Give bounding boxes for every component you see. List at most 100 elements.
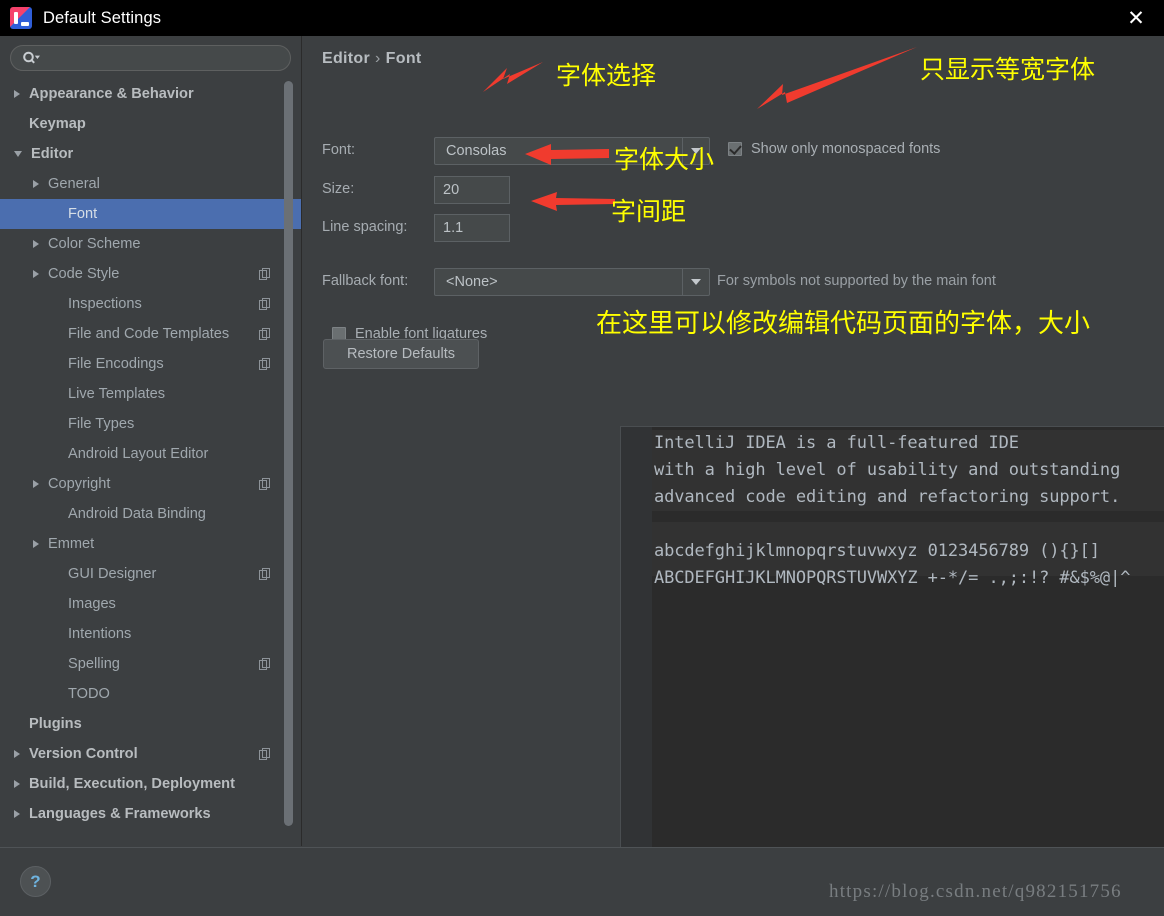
check-icon[interactable]: [728, 142, 742, 156]
chevron-right-icon[interactable]: [33, 270, 39, 278]
fallback-font-hint: For symbols not supported by the main fo…: [717, 273, 996, 289]
copy-settings-icon: [259, 358, 271, 370]
sidebar-scrollbar-thumb[interactable]: [284, 81, 293, 826]
chevron-right-icon[interactable]: [14, 780, 20, 788]
chevron-down-icon[interactable]: [14, 151, 22, 157]
sidebar-item-label: Android Data Binding: [68, 506, 206, 522]
font-preview-editor[interactable]: 1IntelliJ IDEA is a full-featured IDE2wi…: [620, 426, 1164, 867]
annotation-font-select: 字体选择: [556, 61, 657, 90]
sidebar-item-label: File and Code Templates: [68, 326, 230, 342]
line-spacing-input[interactable]: [434, 214, 510, 242]
sidebar-item-label: Copyright: [48, 476, 111, 492]
chevron-down-icon[interactable]: [682, 269, 709, 295]
window-title: Default Settings: [43, 8, 162, 27]
sidebar-item-label: Color Scheme: [48, 236, 141, 252]
sidebar-item-general[interactable]: General: [0, 169, 301, 199]
sidebar-item-label: Intentions: [68, 626, 132, 642]
sidebar-item-live-templates[interactable]: Live Templates: [0, 379, 301, 409]
red-arrow-left-icon: [531, 192, 615, 211]
sidebar-item-label: Editor: [31, 146, 74, 162]
copy-settings-icon: [259, 328, 271, 340]
copy-settings-icon: [259, 268, 271, 280]
chevron-right-icon[interactable]: [14, 750, 20, 758]
search-input[interactable]: [46, 50, 246, 66]
sidebar-item-inspections[interactable]: Inspections: [0, 289, 301, 319]
sidebar-item-spelling[interactable]: Spelling: [0, 649, 301, 679]
font-label: Font:: [322, 142, 356, 158]
copy-settings-icon: [259, 748, 271, 760]
sidebar-item-file-encodings[interactable]: File Encodings: [0, 349, 301, 379]
copy-settings-icon: [259, 298, 271, 310]
sidebar-item-keymap[interactable]: Keymap: [0, 109, 301, 139]
close-icon[interactable]: ✕: [1108, 0, 1164, 36]
chevron-right-icon[interactable]: [33, 240, 39, 248]
search-box[interactable]: [10, 45, 291, 71]
copy-settings-icon: [259, 568, 271, 580]
sidebar-item-label: Appearance & Behavior: [29, 86, 194, 102]
sidebar-item-label: TODO: [68, 686, 110, 702]
sidebar-item-label: General: [48, 176, 100, 192]
chevron-right-icon[interactable]: [14, 90, 20, 98]
chevron-right-icon[interactable]: [33, 540, 39, 548]
breadcrumb-leaf: Font: [385, 50, 422, 67]
font-settings-panel: Editor › Font Font: Consolas Show only mon…: [303, 36, 1164, 867]
sidebar-item-label: File Encodings: [68, 356, 164, 372]
settings-sidebar: Appearance & Behavior Keymap Editor General…: [0, 36, 302, 846]
sidebar-item-intentions[interactable]: Intentions: [0, 619, 301, 649]
sidebar-item-editor[interactable]: Editor: [0, 139, 301, 169]
red-arrow-down-left-icon: [757, 47, 917, 109]
sidebar-item-file-types[interactable]: File Types: [0, 409, 301, 439]
breadcrumb-root[interactable]: Editor: [322, 50, 370, 67]
sidebar-item-plugins[interactable]: Plugins: [0, 709, 301, 739]
sidebar-item-images[interactable]: Images: [0, 589, 301, 619]
sidebar-item-label: Keymap: [29, 116, 86, 132]
sidebar-item-label: GUI Designer: [68, 566, 157, 582]
annotation-overall-note: 在这里可以修改编辑代码页面的字体，大小: [596, 309, 1091, 339]
sidebar-item-appearance-behavior[interactable]: Appearance & Behavior: [0, 79, 301, 109]
fallback-font-label: Fallback font:: [322, 273, 409, 289]
breadcrumb: Editor › Font: [322, 50, 422, 68]
size-input[interactable]: [434, 176, 510, 204]
sidebar-item-label: Code Style: [48, 266, 120, 282]
sidebar-item-build-execution-deployment[interactable]: Build, Execution, Deployment: [0, 769, 301, 799]
sidebar-item-label: Build, Execution, Deployment: [29, 776, 235, 792]
watermark-text: https://blog.csdn.net/q982151756: [829, 881, 1122, 902]
sidebar-item-label: Inspections: [68, 296, 142, 312]
sidebar-item-gui-designer[interactable]: GUI Designer: [0, 559, 301, 589]
sidebar-item-label: Font: [68, 206, 98, 222]
sidebar-item-todo[interactable]: TODO: [0, 679, 301, 709]
fallback-font-combo[interactable]: <None>: [434, 268, 710, 296]
title-bar: Default Settings ✕: [0, 0, 1164, 36]
sidebar-item-languages-frameworks[interactable]: Languages & Frameworks: [0, 799, 301, 829]
sidebar-item-copyright[interactable]: Copyright: [0, 469, 301, 499]
code-line: ABCDEFGHIJKLMNOPQRSTUVWXYZ +-*/= .,;:!? …: [654, 568, 1131, 588]
fallback-font-value: <None>: [446, 274, 498, 290]
sidebar-item-label: Version Control: [29, 746, 138, 762]
red-arrow-up-left-icon: [483, 62, 543, 92]
sidebar-item-android-layout-editor[interactable]: Android Layout Editor: [0, 439, 301, 469]
sidebar-item-code-style[interactable]: Code Style: [0, 259, 301, 289]
sidebar-item-font[interactable]: Font: [0, 199, 301, 229]
sidebar-item-label: Live Templates: [68, 386, 166, 402]
chevron-right-icon[interactable]: [33, 480, 39, 488]
search-container: [0, 36, 301, 77]
help-icon[interactable]: ?: [20, 866, 51, 897]
sidebar-item-color-scheme[interactable]: Color Scheme: [0, 229, 301, 259]
annotation-line-spacing: 字间距: [611, 197, 687, 226]
sidebar-item-file-and-code-templates[interactable]: File and Code Templates: [0, 319, 301, 349]
sidebar-item-android-data-binding[interactable]: Android Data Binding: [0, 499, 301, 529]
restore-defaults-button[interactable]: Restore Defaults: [323, 339, 479, 369]
sidebar-item-version-control[interactable]: Version Control: [0, 739, 301, 769]
red-arrow-left-icon: [525, 144, 609, 165]
sidebar-item-label: File Types: [68, 416, 135, 432]
annotation-font-size: 字体大小: [614, 145, 715, 174]
copy-settings-icon: [259, 658, 271, 670]
sidebar-item-label: Spelling: [68, 656, 120, 672]
settings-tree: Appearance & Behavior Keymap Editor General…: [0, 77, 301, 829]
sidebar-item-label: Images: [68, 596, 116, 612]
chevron-right-icon[interactable]: [33, 180, 39, 188]
chevron-right-icon[interactable]: [14, 810, 20, 818]
show-monospaced-checkbox-row[interactable]: Show only monospaced fonts: [728, 141, 940, 157]
sidebar-item-label: Plugins: [29, 716, 82, 732]
sidebar-item-emmet[interactable]: Emmet: [0, 529, 301, 559]
